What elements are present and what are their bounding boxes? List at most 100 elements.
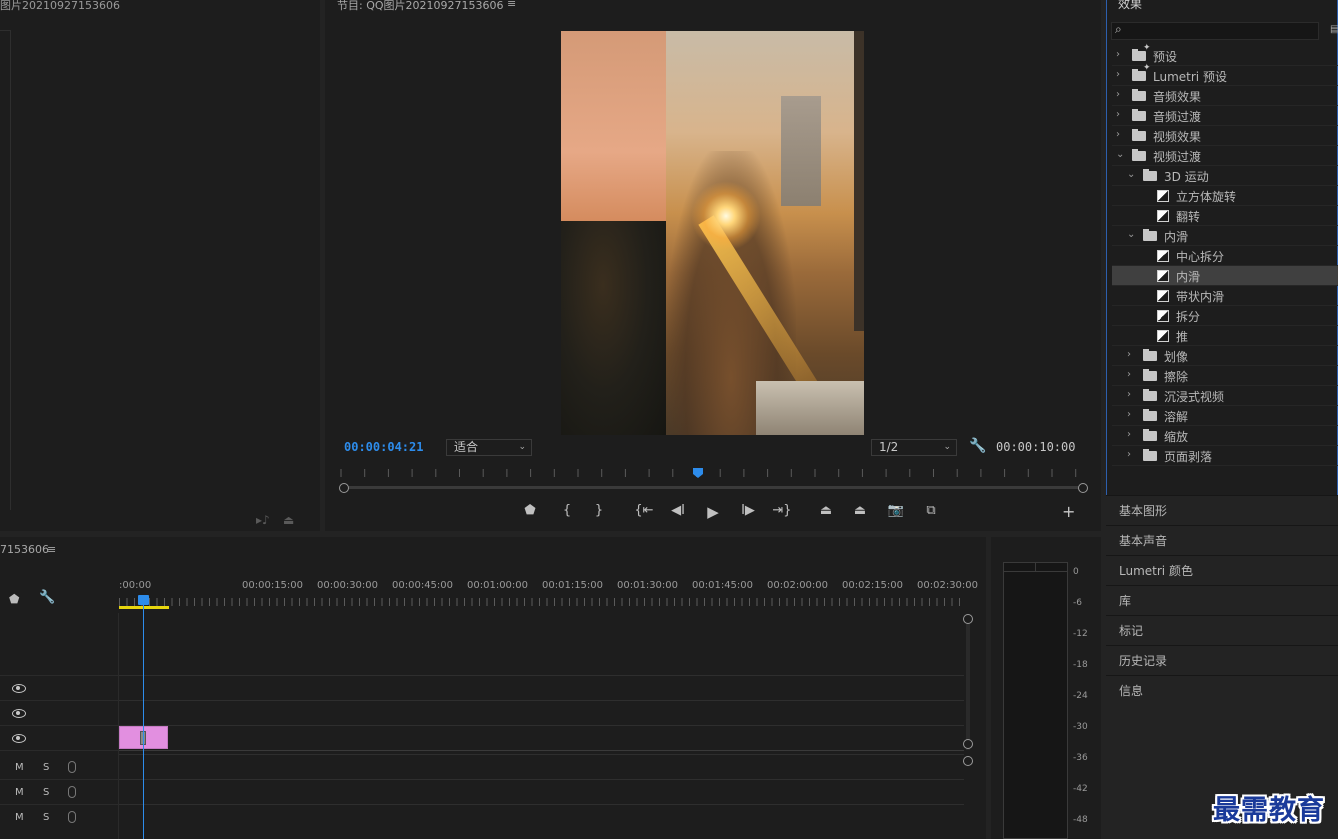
monitor-time-ruler[interactable] — [339, 465, 1088, 479]
effect-folder[interactable]: › 划像 — [1112, 346, 1338, 366]
effect-folder[interactable]: › 页面剥落 — [1112, 446, 1338, 466]
insert-icon[interactable]: ▸♪ — [256, 513, 270, 527]
panel-menu-icon[interactable]: ≡ — [47, 543, 56, 556]
play-button[interactable]: ▶ — [702, 503, 724, 521]
go-to-out-button[interactable]: ⇥} — [771, 503, 793, 518]
add-button[interactable]: + — [1062, 502, 1075, 521]
step-back-button[interactable]: ◀I — [667, 503, 689, 518]
effects-panel-title[interactable]: 效果 — [1118, 0, 1142, 12]
add-marker-button[interactable]: ⬟ — [9, 592, 19, 606]
go-to-in-button[interactable]: {⇤ — [633, 503, 655, 518]
program-monitor-title[interactable]: 节目: QQ图片20210927153606 — [337, 0, 504, 13]
scroll-handle-audio[interactable] — [963, 756, 973, 766]
scroll-handle-top[interactable] — [963, 614, 973, 624]
chevron-right-icon[interactable]: › — [1116, 89, 1120, 100]
collapsed-panel-tab[interactable]: 基本图形 — [1106, 495, 1338, 524]
effect-folder[interactable]: › ✦ Lumetri 预设 — [1112, 63, 1338, 86]
effect-folder[interactable]: › 音频过渡 — [1112, 106, 1338, 126]
solo-button[interactable]: S — [43, 787, 49, 798]
collapsed-panel-tab[interactable]: 信息 — [1106, 675, 1338, 704]
chevron-down-icon[interactable]: ⌄ — [1127, 169, 1135, 180]
microphone-icon[interactable] — [68, 786, 76, 798]
folder-icon — [1143, 429, 1157, 441]
collapsed-panel-tab[interactable]: 标记 — [1106, 615, 1338, 644]
timeline-ruler[interactable] — [119, 598, 962, 606]
work-area-bar[interactable] — [119, 606, 169, 609]
collapsed-panel-tab[interactable]: Lumetri 颜色 — [1106, 555, 1338, 584]
mute-button[interactable]: M — [15, 787, 24, 798]
collapsed-panel-tab[interactable]: 历史记录 — [1106, 645, 1338, 674]
effect-item[interactable]: 推 — [1112, 326, 1338, 346]
export-icon[interactable]: ⏏ — [283, 513, 294, 527]
effects-search-input[interactable] — [1111, 22, 1319, 40]
effect-item[interactable]: 立方体旋转 — [1112, 186, 1338, 206]
chevron-right-icon[interactable]: › — [1116, 109, 1120, 120]
chevron-down-icon[interactable]: ⌄ — [1127, 229, 1135, 240]
resolution-select[interactable]: 1/2 ⌄ — [871, 439, 957, 456]
effect-folder[interactable]: › 音频效果 — [1112, 86, 1338, 106]
zoom-handle-left[interactable] — [339, 483, 349, 493]
solo-button[interactable]: S — [43, 762, 49, 773]
microphone-icon[interactable] — [68, 811, 76, 823]
chevron-right-icon[interactable]: › — [1127, 369, 1131, 380]
chevron-right-icon[interactable]: › — [1127, 349, 1131, 360]
effect-label: 页面剥落 — [1164, 450, 1213, 464]
chevron-right-icon[interactable]: › — [1127, 449, 1131, 460]
chevron-down-icon[interactable]: ⌄ — [1116, 149, 1124, 160]
effect-item[interactable]: 翻转 — [1112, 206, 1338, 226]
comparison-view-button[interactable]: ⧉ — [920, 503, 942, 518]
chevron-right-icon[interactable]: › — [1116, 69, 1120, 80]
eye-icon[interactable] — [12, 734, 26, 743]
effect-folder[interactable]: › 视频效果 — [1112, 126, 1338, 146]
track-divider — [0, 675, 119, 676]
eye-icon[interactable] — [12, 709, 26, 718]
effect-folder[interactable]: › 擦除 — [1112, 366, 1338, 386]
effect-item[interactable]: 拆分 — [1112, 306, 1338, 326]
monitor-zoom-bar[interactable] — [344, 486, 1083, 489]
step-forward-button[interactable]: I▶ — [737, 503, 759, 518]
eye-icon[interactable] — [12, 684, 26, 693]
fit-select[interactable]: 适合 ⌄ — [446, 439, 532, 456]
chevron-right-icon[interactable]: › — [1127, 429, 1131, 440]
panel-menu-icon[interactable]: ≡ — [507, 0, 516, 10]
effect-folder[interactable]: › 缩放 — [1112, 426, 1338, 446]
effect-item[interactable]: 中心拆分 — [1112, 246, 1338, 266]
source-panel-title[interactable]: 图片20210927153606 — [0, 0, 120, 13]
preset-star-icon: ✦ — [1143, 43, 1151, 53]
effect-label: 拆分 — [1176, 310, 1201, 324]
current-timecode[interactable]: 00:00:04:21 — [344, 440, 423, 454]
solo-button[interactable]: S — [43, 812, 49, 823]
collapsed-panel-tab[interactable]: 基本声音 — [1106, 525, 1338, 554]
extract-button[interactable]: ⏏ — [849, 503, 871, 518]
chevron-right-icon[interactable]: › — [1116, 49, 1120, 60]
camera-icon[interactable]: 📷 — [885, 503, 907, 518]
effect-label: 音频过渡 — [1153, 110, 1202, 124]
mute-button[interactable]: M — [15, 762, 24, 773]
mark-in-button[interactable]: { — [556, 503, 578, 518]
effect-folder[interactable]: ⌄ 3D 运动 — [1112, 166, 1338, 186]
chevron-right-icon[interactable]: › — [1116, 129, 1120, 140]
effect-label: 划像 — [1164, 350, 1189, 364]
effect-folder[interactable]: ⌄ 视频过渡 — [1112, 146, 1338, 166]
effect-folder[interactable]: ⌄ 内滑 — [1112, 226, 1338, 246]
collapsed-panel-tab[interactable]: 库 — [1106, 585, 1338, 614]
timeline-vertical-scrollbar[interactable] — [966, 615, 970, 750]
wrench-icon[interactable]: 🔧 — [969, 438, 986, 454]
scroll-handle-bottom[interactable] — [963, 739, 973, 749]
effect-folder[interactable]: › 沉浸式视频 — [1112, 386, 1338, 406]
add-marker-button[interactable]: ⬟ — [519, 503, 541, 518]
wrench-icon[interactable]: 🔧 — [39, 590, 55, 605]
effect-item[interactable]: 内滑 — [1112, 266, 1338, 286]
transition-icon — [1157, 270, 1169, 282]
mark-out-button[interactable]: } — [588, 503, 610, 518]
mute-button[interactable]: M — [15, 812, 24, 823]
timeline-title[interactable]: 7153606 — [0, 543, 49, 556]
effect-folder[interactable]: › 溶解 — [1112, 406, 1338, 426]
chevron-right-icon[interactable]: › — [1127, 389, 1131, 400]
chevron-right-icon[interactable]: › — [1127, 409, 1131, 420]
new-bin-icon[interactable]: ▤ — [1330, 24, 1338, 35]
lift-button[interactable]: ⏏ — [815, 503, 837, 518]
effect-item[interactable]: 带状内滑 — [1112, 286, 1338, 306]
zoom-handle-right[interactable] — [1078, 483, 1088, 493]
microphone-icon[interactable] — [68, 761, 76, 773]
